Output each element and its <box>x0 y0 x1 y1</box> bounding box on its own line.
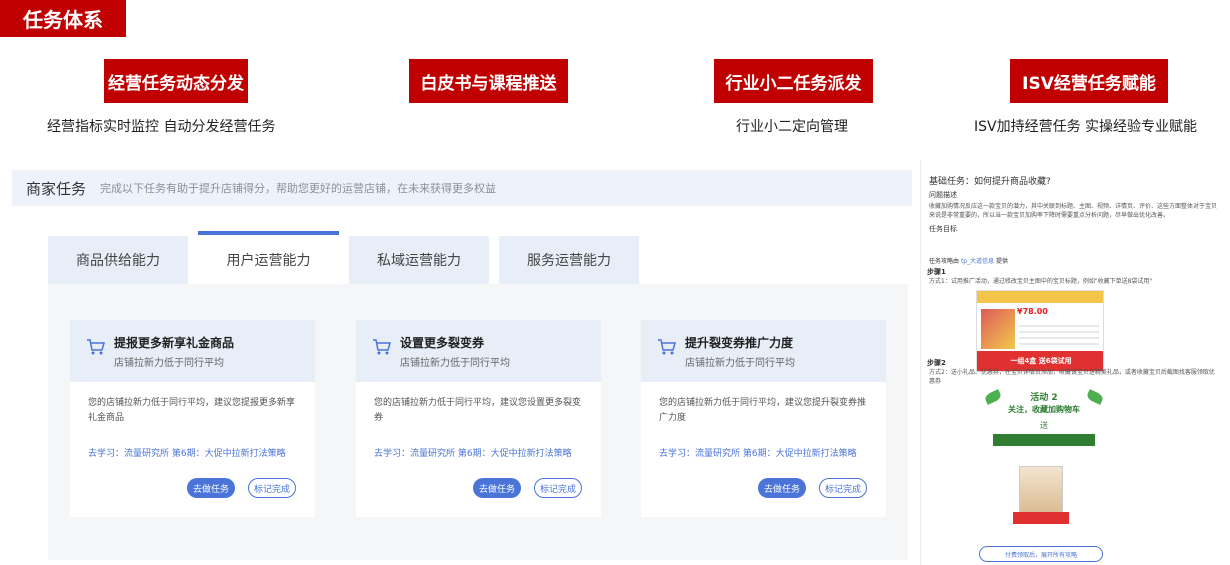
mark-done-button[interactable]: 标记完成 <box>534 478 582 498</box>
tab-product-supply[interactable]: 商品供给能力 <box>48 236 188 284</box>
task-card-learn-link[interactable]: 去学习：流量研究所 第6期：大促中拉新打法策略 <box>374 446 572 459</box>
img1-top-bar <box>977 291 1103 303</box>
step1-product-image: ¥78.00 一组4盒 送6袋试用 <box>976 290 1104 372</box>
task-card-learn-link[interactable]: 去学习：流量研究所 第6期：大促中拉新打法策略 <box>88 446 286 459</box>
panel-header: 商家任务 完成以下任务有助于提升店铺得分，帮助您更好的运营店铺，在未来获得更多权… <box>12 170 912 206</box>
panel-title: 商家任务 <box>26 179 87 198</box>
merchant-task-panel: 商家任务 完成以下任务有助于提升店铺得分，帮助您更好的运营店铺，在未来获得更多权… <box>12 170 912 565</box>
step1-text: 方式1：试用推广活动，通过修改宝贝主图中的宝贝标题，例如"收藏下单送8袋试用" <box>929 278 1153 285</box>
task-card-subtitle: 店铺拉新力低于同行平均 <box>685 358 795 369</box>
problem-label: 问题描述 <box>929 191 957 199</box>
task-card: 提升裂变券推广力度 店铺拉新力低于同行平均 您的店铺拉新力低于同行平均，建议您提… <box>641 320 886 517</box>
task-card-body: 您的店铺拉新力低于同行平均，建议您设置更多裂变券 <box>374 398 582 423</box>
img1-detail-lines <box>1019 321 1099 347</box>
feature-isv-empower: ISV经营任务赋能 <box>1010 59 1168 103</box>
feature-whitepaper-push: 白皮书与课程推送 <box>409 59 568 103</box>
tab-user-operation[interactable]: 用户运营能力 <box>198 231 339 284</box>
mark-done-button[interactable]: 标记完成 <box>248 478 296 498</box>
task-card-title: 提报更多新享礼金商品 <box>114 336 235 350</box>
unlock-guide-button[interactable]: 付费领取后，展开所有攻略 <box>979 546 1103 562</box>
step2-label: 步骤2 <box>927 359 946 367</box>
task-card-header: 提报更多新享礼金商品 店铺拉新力低于同行平均 <box>70 320 315 382</box>
task-card-subtitle: 店铺拉新力低于同行平均 <box>400 358 510 369</box>
cart-icon <box>87 339 105 355</box>
mark-done-button[interactable]: 标记完成 <box>819 478 867 498</box>
guide-provider: 任务攻略由 tp_大道信息 提供 <box>929 256 1008 265</box>
task-card-body: 您的店铺拉新力低于同行平均，建议您提报更多新享礼金商品 <box>88 398 296 423</box>
img2-subtitle: 关注，收藏加购物车 <box>1008 405 1080 414</box>
step2-activity-image: 活动 2 关注，收藏加购物车 送 <box>979 386 1109 454</box>
provider-prefix: 任务攻略由 <box>929 258 960 265</box>
img3-badge <box>1013 512 1069 524</box>
feature-industry-dispatch-desc: 行业小二定向管理 <box>736 119 848 135</box>
img1-thumbnail <box>981 309 1015 349</box>
page-title: 任务体系 <box>0 0 126 37</box>
img2-gift-text: 送 <box>1040 421 1048 430</box>
feature-isv-empower-desc: ISV加持经营任务 实操经验专业赋能 <box>974 119 1198 135</box>
do-task-button[interactable]: 去做任务 <box>758 478 806 498</box>
img2-bar <box>993 434 1095 446</box>
feature-dynamic-dispatch-desc: 经营指标实时监控 自动分发经营任务 <box>47 119 276 135</box>
tab-private-domain[interactable]: 私域运营能力 <box>349 236 489 284</box>
cart-icon <box>373 339 391 355</box>
feature-dynamic-dispatch: 经营任务动态分发 <box>104 59 248 103</box>
task-content-area: 提报更多新享礼金商品 店铺拉新力低于同行平均 您的店铺拉新力低于同行平均，建议您… <box>48 284 908 560</box>
do-task-button[interactable]: 去做任务 <box>473 478 521 498</box>
task-guide-panel: 基础任务：如何提升商品收藏? 问题描述 收藏加购情况反应这一款宝贝的潜力，其中关… <box>920 160 1220 565</box>
cart-icon <box>658 339 676 355</box>
provider-suffix: 提供 <box>996 258 1009 265</box>
feature-industry-dispatch: 行业小二任务派发 <box>714 59 873 103</box>
task-card-subtitle: 店铺拉新力低于同行平均 <box>114 358 224 369</box>
task-card-body: 您的店铺拉新力低于同行平均，建议您提升裂变券推广力度 <box>659 398 867 423</box>
task-card-header: 提升裂变券推广力度 店铺拉新力低于同行平均 <box>641 320 886 382</box>
step2-text: 方式2：送小礼品、优惠券，在宝贝详情页添加，收藏该宝贝送精美礼品，或者收藏宝贝后… <box>929 369 1215 385</box>
step2-product-image <box>1019 466 1063 516</box>
task-card-title: 提升裂变券推广力度 <box>685 336 794 350</box>
task-card-title: 设置更多裂变券 <box>400 336 485 350</box>
task-card-learn-link[interactable]: 去学习：流量研究所 第6期：大促中拉新打法策略 <box>659 446 857 459</box>
step1-label: 步骤1 <box>927 268 946 276</box>
img2-title: 活动 2 <box>1030 393 1058 403</box>
problem-text: 收藏加购情况反应这一款宝贝的潜力，其中关联到标题、主图、视频、详情页、评价、这些… <box>929 203 1218 219</box>
provider-name[interactable]: tp_大道信息 <box>961 258 994 265</box>
panel-subtitle: 完成以下任务有助于提升店铺得分，帮助您更好的运营店铺，在未来获得更多权益 <box>100 182 497 195</box>
task-card-header: 设置更多裂变券 店铺拉新力低于同行平均 <box>356 320 601 382</box>
goal-label: 任务目标 <box>929 225 957 233</box>
task-card: 提报更多新享礼金商品 店铺拉新力低于同行平均 您的店铺拉新力低于同行平均，建议您… <box>70 320 315 517</box>
do-task-button[interactable]: 去做任务 <box>187 478 235 498</box>
guide-question: 基础任务：如何提升商品收藏? <box>929 177 1051 187</box>
tab-service-operation[interactable]: 服务运营能力 <box>499 236 639 284</box>
task-card: 设置更多裂变券 店铺拉新力低于同行平均 您的店铺拉新力低于同行平均，建议您设置更… <box>356 320 601 517</box>
img1-price: ¥78.00 <box>1017 307 1048 316</box>
